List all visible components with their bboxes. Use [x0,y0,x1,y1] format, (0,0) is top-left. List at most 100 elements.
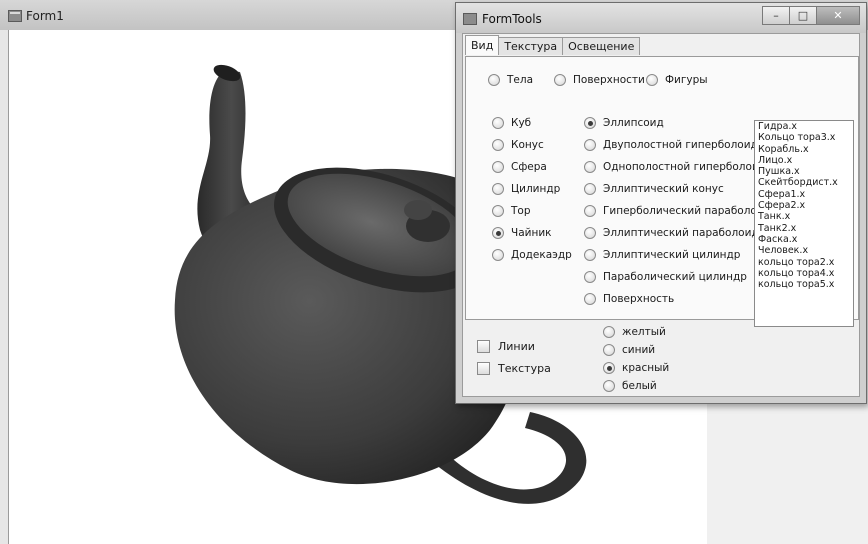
radio-dot [492,183,504,195]
radio-dot [584,183,596,195]
list-item[interactable]: кольцо тора5.x [755,279,853,290]
radio-bodies[interactable]: Тела [488,74,533,86]
close-button[interactable]: ✕ [816,6,860,25]
maximize-button[interactable]: □ [789,6,817,25]
list-item[interactable]: Корабль.x [755,144,853,155]
formtools-body: Вид Текстура Освещение Тела Поверхности … [462,33,860,397]
radio-surface-elliptic-cone[interactable]: Эллиптический конус [584,183,724,195]
radio-label: Куб [511,117,532,129]
radio-surface-two-sheet-hyperboloid[interactable]: Двуполостной гиперболоид [584,139,758,151]
form1-title: Form1 [26,9,64,23]
radio-dot [584,271,596,283]
radio-dot [492,117,504,129]
radio-dot [584,139,596,151]
teapot-knob [404,200,432,220]
list-item[interactable]: Танк.x [755,211,853,222]
checkbox-texture[interactable]: Текстура [477,362,551,375]
radio-label: Тела [507,74,534,86]
tab-texture[interactable]: Текстура [498,37,564,55]
list-item[interactable]: Человек.x [755,245,853,256]
radio-surfaces[interactable]: Поверхности [554,74,645,86]
radio-dot [584,205,596,217]
list-item[interactable]: Скейтбордист.x [755,177,853,188]
model-file-list[interactable]: Гидра.x Кольцо тора3.x Корабль.x Лицо.x … [754,120,854,327]
radio-dot [554,74,566,86]
radio-label: Фигуры [665,74,708,86]
checkbox-lines[interactable]: Линии [477,340,535,353]
radio-dot [584,293,596,305]
list-item[interactable]: кольцо тора2.x [755,257,853,268]
tab-lighting[interactable]: Освещение [562,37,641,55]
list-item[interactable]: Фаска.x [755,234,853,245]
radio-label: Тор [511,205,531,217]
radio-body-torus[interactable]: Тор [492,205,531,217]
radio-dot [603,380,615,392]
radio-body-cube[interactable]: Куб [492,117,531,129]
radio-body-cone[interactable]: Конус [492,139,544,151]
window-app-icon [463,13,477,25]
list-item[interactable]: кольцо тора4.x [755,268,853,279]
radio-dot [584,117,596,129]
radio-label: Однополостной гиперболоид [603,161,767,173]
radio-label: синий [622,344,656,356]
radio-surface-ellipsoid[interactable]: Эллипсоид [584,117,664,129]
radio-dot [646,74,658,86]
radio-figures[interactable]: Фигуры [646,74,708,86]
radio-dot [603,362,615,374]
radio-label: Параболический цилиндр [603,271,747,283]
radio-dot [492,139,504,151]
radio-label: Двуполостной гиперболоид [603,139,758,151]
radio-surface-hyperbolic-paraboloid[interactable]: Гиперболический параболоид [584,205,771,217]
radio-surface-one-sheet-hyperboloid[interactable]: Однополостной гиперболоид [584,161,766,173]
radio-dot [584,249,596,261]
radio-color-yellow[interactable]: желтый [603,326,666,338]
radio-dot [492,249,504,261]
list-item[interactable]: Кольцо тора3.x [755,132,853,143]
list-item[interactable]: Сфера2.x [755,200,853,211]
radio-body-dodecahedron[interactable]: Додекаэдр [492,249,572,261]
radio-label: Эллиптический конус [603,183,724,195]
radio-dot [492,161,504,173]
tab-panel-vid: Тела Поверхности Фигуры Куб Конус Сфера … [465,56,859,327]
list-item[interactable]: Танк2.x [755,223,853,234]
radio-label: Чайник [511,227,552,239]
checkbox-label: Текстура [498,362,551,375]
radio-label: Конус [511,139,544,151]
list-item[interactable]: Лицо.x [755,155,853,166]
radio-surface-elliptic-cylinder[interactable]: Эллиптический цилиндр [584,249,740,261]
formtools-titlebar[interactable]: FormTools – □ ✕ [456,3,866,33]
radio-body-cylinder[interactable]: Цилиндр [492,183,560,195]
radio-label: красный [622,362,670,374]
list-item[interactable]: Сфера1.x [755,189,853,200]
radio-label: Поверхности [573,74,645,86]
radio-dot [488,74,500,86]
list-item[interactable]: Пушка.x [755,166,853,177]
radio-label: Эллиптический параболоид [603,227,759,239]
list-item[interactable]: Гидра.x [755,121,853,132]
window-app-icon [8,10,22,22]
radio-color-red[interactable]: красный [603,362,669,374]
checkbox-box [477,362,490,375]
window-controls: – □ ✕ [762,6,860,25]
radio-label: Эллипсоид [603,117,664,129]
tab-vid[interactable]: Вид [465,35,500,55]
radio-surface-elliptic-paraboloid[interactable]: Эллиптический параболоид [584,227,759,239]
minimize-button[interactable]: – [762,6,790,25]
checkbox-label: Линии [498,340,535,353]
radio-label: Поверхность [603,293,675,305]
formtools-title: FormTools [482,12,542,26]
tab-strip: Вид Текстура Освещение [465,35,641,55]
radio-surface-custom[interactable]: Поверхность [584,293,674,305]
radio-dot [584,227,596,239]
radio-surface-parabolic-cylinder[interactable]: Параболический цилиндр [584,271,747,283]
render-options: Линии Текстура желтый синий красный белы… [463,322,859,396]
radio-color-white[interactable]: белый [603,380,657,392]
radio-body-teapot[interactable]: Чайник [492,227,552,239]
radio-color-blue[interactable]: синий [603,344,655,356]
formtools-window: FormTools – □ ✕ Вид Текстура Освещение Т… [455,2,867,404]
radio-label: Гиперболический параболоид [603,205,771,217]
radio-dot [492,227,504,239]
radio-label: Додекаэдр [511,249,572,261]
radio-dot [492,205,504,217]
radio-body-sphere[interactable]: Сфера [492,161,547,173]
